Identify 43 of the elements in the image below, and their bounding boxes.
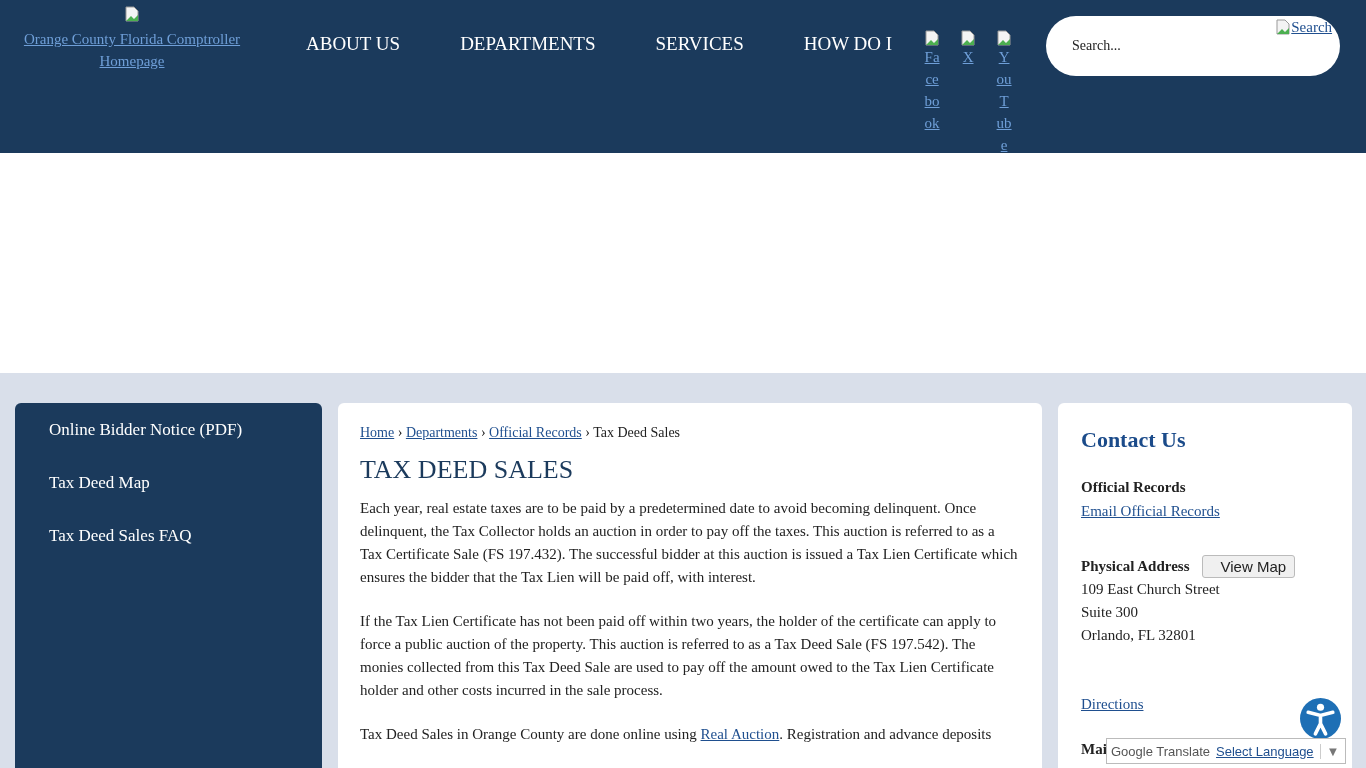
address-line: 109 East Church Street — [1081, 580, 1220, 599]
nav-link[interactable]: HOW DO I — [773, 33, 923, 55]
sidebar-link[interactable]: Online Bidder Notice (PDF) — [49, 419, 243, 441]
logo-link[interactable]: Orange County Florida Comptroller Homepage — [14, 28, 250, 72]
sidebar-link[interactable]: Tax Deed Map — [49, 472, 150, 494]
breadcrumb-separator: › — [480, 425, 486, 440]
social-link[interactable]: YouTube — [996, 46, 1013, 156]
broken-image-icon — [960, 30, 977, 46]
body-paragraph: Tax Deed Sales in Orange County are done online using Real Auction. Registration and advance deposits — [360, 725, 993, 744]
nav-link[interactable]: ABOUT US — [276, 33, 431, 55]
search-field[interactable]: Search... — [1070, 37, 1265, 55]
view-map-button[interactable]: View Map — [1201, 555, 1296, 578]
translate-label: Google Translate — [1111, 743, 1210, 759]
search-button[interactable]: Search — [1275, 19, 1333, 36]
broken-image-icon — [124, 6, 140, 22]
address-line: Suite 300 — [1081, 603, 1139, 622]
department-label: Official Records — [1081, 479, 1187, 496]
address-line: Orlando, FL 32801 — [1081, 626, 1196, 645]
email-link[interactable]: Email Official Records — [1081, 500, 1220, 523]
directions-link[interactable]: Directions — [1081, 696, 1144, 713]
breadcrumb-link[interactable]: Official Records — [489, 425, 582, 440]
breadcrumb-separator: › — [585, 425, 590, 440]
body-paragraph: If the Tax Lien Certificate has not been paid off within two years, the holder of the certificate can apply to force a public auction of the property. This auction is referred to as a Tax Deed Sale (FS 197.542). The monies collected from this Tax Deed Sale are used to pay off the amount owed to the Tax Lien Certificate holder and other costs incurred in the sale process. — [360, 612, 998, 700]
nav-link[interactable]: SERVICES — [625, 33, 774, 55]
select-language-link[interactable]: Select Language — [1216, 743, 1314, 759]
sidebar-link[interactable]: Tax Deed Sales FAQ — [49, 525, 192, 547]
broken-image-icon — [996, 30, 1013, 46]
accessibility-icon[interactable] — [1300, 698, 1341, 739]
breadcrumb-separator: › — [397, 425, 403, 440]
dropdown-caret[interactable]: ▼ — [1319, 743, 1340, 759]
nav-link[interactable]: DEPARTMENTS — [430, 33, 626, 55]
page-title: TAX DEED SALES — [360, 455, 575, 485]
address-label: Physical Address — [1081, 558, 1190, 575]
broken-image-icon — [924, 30, 941, 46]
breadcrumb-current: Tax Deed Sales — [593, 425, 681, 440]
social-link[interactable]: Facebook — [924, 46, 941, 134]
social-link[interactable]: X — [962, 46, 974, 68]
contact-title: Contact Us — [1081, 427, 1187, 453]
body-paragraph: Each year, real estate taxes are to be paid by a predetermined date to avoid becoming delinquent. Once delinquent, the Tax Collector holds an auction in order to pay off the taxes. This auction is referred to as a Tax Certificate Sale (FS 197.432). The successful bidder at this auction is issued a Tax Lien Certificate which ensures the bidder that the Tax Lien will be paid off, with interest. — [360, 499, 1019, 587]
broken-image-icon — [1275, 19, 1292, 35]
breadcrumb-link[interactable]: Departments — [405, 425, 478, 440]
mailing-label: Mai — [1081, 741, 1107, 758]
breadcrumb-link[interactable]: Home — [360, 425, 395, 440]
